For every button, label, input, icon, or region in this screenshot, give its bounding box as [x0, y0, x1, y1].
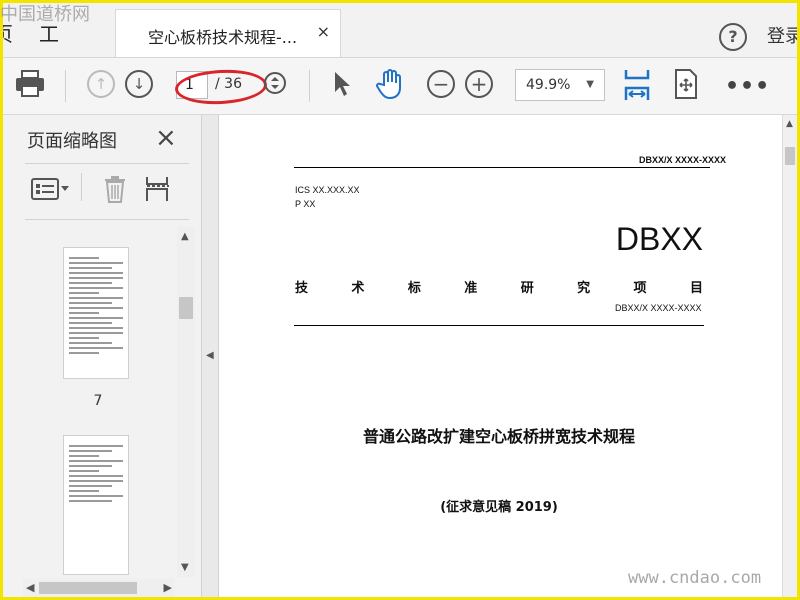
- chevron-down-icon: ▼: [586, 79, 594, 90]
- divider: [25, 163, 189, 164]
- tech-char: 准: [464, 281, 478, 296]
- tech-char: 术: [351, 281, 365, 296]
- main-toolbar: ↑ ↓ 1 / 36 − + 49.9% ▼ •••: [3, 58, 797, 115]
- divider: [25, 219, 189, 220]
- collapse-panel-icon[interactable]: ◀: [206, 350, 214, 361]
- help-icon[interactable]: ?: [719, 23, 747, 51]
- thumbnail-panel-title: 页面缩略图: [27, 131, 117, 152]
- scroll-up-icon[interactable]: ▲: [786, 119, 793, 129]
- document-view[interactable]: DBXX/X XXXX-XXXX ICS XX.XXX.XX P XX DBXX…: [219, 115, 797, 597]
- toolbar-separator: [65, 70, 66, 102]
- tab-document-title: 空心板桥技术规程-...: [148, 28, 298, 47]
- toolbar-separator: [309, 70, 310, 102]
- zoom-in-icon[interactable]: +: [465, 70, 493, 98]
- big-standard-code: DBXX: [615, 221, 703, 257]
- tech-char: 技: [295, 281, 309, 296]
- document-vertical-scrollbar[interactable]: ▲: [782, 115, 797, 597]
- watermark-bottom-right: www.cndao.com: [628, 568, 762, 588]
- zoom-level-select[interactable]: 49.9% ▼: [515, 69, 605, 101]
- zoom-out-icon[interactable]: −: [427, 70, 455, 98]
- tab-bar: 页 工具 空心板桥技术规程-... × ? 登录: [0, 3, 800, 108]
- header-code: DBXX/X XXXX-XXXX: [639, 155, 727, 165]
- tech-char: 目: [689, 281, 703, 296]
- hand-tool-icon[interactable]: [375, 68, 405, 104]
- toolbar-separator: [81, 173, 82, 201]
- panel-splitter[interactable]: ◀: [202, 115, 219, 597]
- ics-code: ICS XX.XXX.XX: [295, 185, 360, 195]
- more-options-icon[interactable]: •••: [725, 74, 770, 99]
- arrow-up-icon[interactable]: ↑: [87, 70, 115, 98]
- scroll-left-icon[interactable]: ◀: [26, 581, 34, 594]
- close-icon[interactable]: ×: [317, 22, 330, 41]
- title-rule: [294, 325, 704, 326]
- zoom-level-value: 49.9%: [526, 77, 571, 93]
- scrollbar-thumb[interactable]: [179, 297, 193, 319]
- thumbnail-panel: 页面缩略图 × 7 ▲ ▼ ◀ ▶: [3, 115, 202, 597]
- tech-char: 究: [577, 281, 591, 296]
- thumbnail-vertical-scrollbar[interactable]: ▲ ▼: [177, 227, 195, 577]
- arrow-down-icon[interactable]: ↓: [125, 70, 153, 98]
- p-code: P XX: [295, 199, 316, 209]
- document-main-title: 普通公路改扩建空心板桥拼宽技术规程: [362, 427, 635, 446]
- fit-width-icon[interactable]: [623, 68, 651, 106]
- page-thumbnail[interactable]: [63, 247, 129, 379]
- tech-char: 项: [633, 281, 647, 296]
- tab-document[interactable]: 空心板桥技术规程-... ×: [115, 9, 341, 57]
- page-stepper-icon[interactable]: [263, 71, 287, 99]
- select-cursor-icon[interactable]: [331, 70, 353, 102]
- login-link[interactable]: 登录: [767, 22, 800, 48]
- thumbnail-list: 7: [23, 225, 175, 579]
- header-rule: [294, 167, 710, 168]
- thumbnail-options-icon[interactable]: [31, 177, 71, 205]
- scroll-down-icon[interactable]: ▼: [181, 562, 189, 573]
- trash-icon[interactable]: [103, 175, 127, 207]
- thumbnail-horizontal-scrollbar[interactable]: ◀ ▶: [23, 579, 175, 597]
- scrollbar-thumb[interactable]: [39, 582, 137, 594]
- tech-char: 研: [520, 281, 534, 296]
- scroll-up-icon[interactable]: ▲: [181, 231, 189, 242]
- insert-page-icon[interactable]: [145, 175, 173, 207]
- page-thumbnail[interactable]: [63, 435, 129, 575]
- fit-page-icon[interactable]: [673, 68, 699, 104]
- standard-code-line: DBXX/X XXXX-XXXX: [615, 303, 702, 313]
- watermark-top-left: 中国道桥网: [0, 4, 90, 25]
- scrollbar-thumb[interactable]: [785, 147, 795, 165]
- document-subtitle: (征求意见稿 2019): [440, 500, 558, 515]
- scroll-right-icon[interactable]: ▶: [164, 581, 172, 594]
- thumbnail-page-number: 7: [93, 393, 103, 409]
- print-icon[interactable]: [15, 70, 45, 102]
- close-icon[interactable]: ×: [155, 123, 177, 153]
- tech-standard-heading: 技 术 标 准 研 究 项 目: [295, 277, 703, 296]
- tech-char: 标: [407, 281, 421, 296]
